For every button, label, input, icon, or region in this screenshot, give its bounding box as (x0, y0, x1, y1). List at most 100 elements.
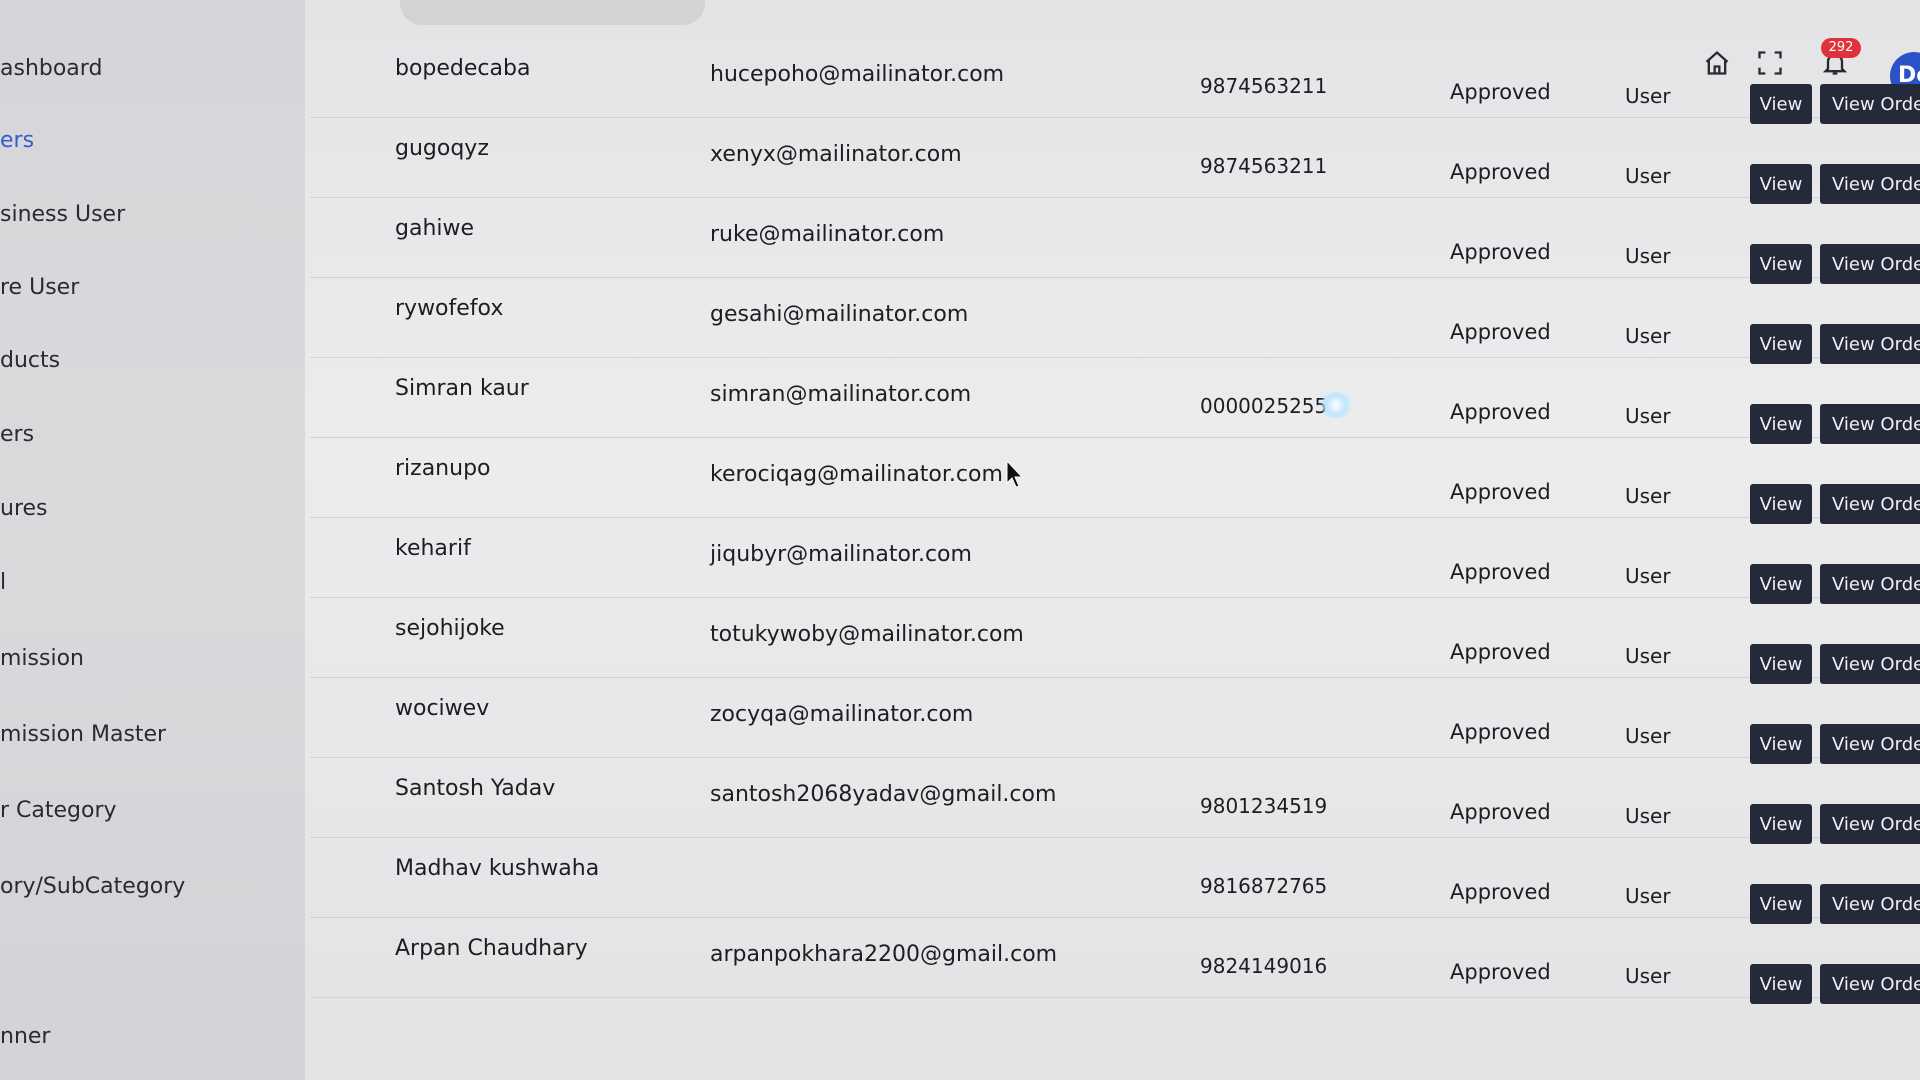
view-order-button[interactable]: View Order (1820, 84, 1920, 124)
role-cell: User (1625, 564, 1671, 588)
screen-glare (1318, 392, 1354, 418)
view-order-button[interactable]: View Order (1820, 324, 1920, 364)
sidebar: ashboard ers siness User re User ducts e… (0, 0, 305, 1080)
table-row: gugoqyz xenyx@mailinator.com 9874563211 App… (310, 120, 1920, 204)
email-cell: gesahi@mailinator.com (710, 302, 969, 327)
view-button[interactable]: View (1750, 964, 1812, 1004)
user-name-cell: wociwev (395, 696, 490, 721)
view-order-button[interactable]: View Order (1820, 884, 1920, 924)
sidebar-item-features[interactable]: ures (0, 496, 48, 521)
view-button[interactable]: View (1750, 324, 1812, 364)
sidebar-item-users[interactable]: ers (0, 128, 34, 153)
role-cell: User (1625, 244, 1671, 268)
status-cell: Approved (1450, 800, 1551, 824)
role-cell: User (1625, 964, 1671, 988)
user-name-cell: gugoqyz (395, 136, 489, 161)
view-button[interactable]: View (1750, 564, 1812, 604)
view-order-button[interactable]: View Order (1820, 804, 1920, 844)
status-cell: Approved (1450, 960, 1551, 984)
view-button[interactable]: View (1750, 84, 1812, 124)
mouse-cursor-icon (1006, 460, 1024, 488)
user-name-cell: rizanupo (395, 456, 491, 481)
email-cell: xenyx@mailinator.com (710, 142, 962, 167)
role-cell: User (1625, 404, 1671, 428)
top-tab (400, 0, 705, 25)
status-cell: Approved (1450, 480, 1551, 504)
sidebar-item-store-user[interactable]: re User (0, 275, 79, 300)
phone-cell: 9801234519 (1200, 794, 1328, 818)
role-cell: User (1625, 484, 1671, 508)
view-order-button[interactable]: View Order (1820, 564, 1920, 604)
role-cell: User (1625, 644, 1671, 668)
sidebar-item-commission[interactable]: mission (0, 646, 84, 671)
user-name-cell: Arpan Chaudhary (395, 936, 588, 961)
status-cell: Approved (1450, 160, 1551, 184)
role-cell: User (1625, 84, 1671, 108)
user-name-cell: keharif (395, 536, 471, 561)
view-order-button[interactable]: View Order (1820, 644, 1920, 684)
view-order-button[interactable]: View Order (1820, 404, 1920, 444)
email-cell: totukywoby@mailinator.com (710, 622, 1024, 647)
email-cell: arpanpokhara2200@gmail.com (710, 942, 1058, 967)
view-button[interactable]: View (1750, 404, 1812, 444)
sidebar-item-business-user[interactable]: siness User (0, 202, 125, 227)
user-name-cell: gahiwe (395, 216, 475, 241)
view-order-button[interactable]: View Order (1820, 164, 1920, 204)
email-cell: hucepoho@mailinator.com (710, 62, 1005, 87)
user-name-cell: Simran kaur (395, 376, 529, 401)
status-cell: Approved (1450, 640, 1551, 664)
status-cell: Approved (1450, 560, 1551, 584)
table-row: Simran kaur simran@mailinator.com 00000252… (310, 360, 1920, 444)
sidebar-item-commission-master[interactable]: mission Master (0, 722, 166, 747)
view-button[interactable]: View (1750, 484, 1812, 524)
status-cell: Approved (1450, 720, 1551, 744)
role-cell: User (1625, 804, 1671, 828)
table-row: rywofefox gesahi@mailinator.com Approved Us… (310, 280, 1920, 364)
view-order-button[interactable]: View Order (1820, 244, 1920, 284)
status-cell: Approved (1450, 80, 1551, 104)
sidebar-item-dashboard[interactable]: ashboard (0, 56, 102, 81)
screen: ashboard ers siness User re User ducts e… (0, 0, 1920, 1080)
sidebar-item-subcategory[interactable]: ory/SubCategory (0, 874, 185, 899)
role-cell: User (1625, 724, 1671, 748)
table-row: keharif jiqubyr@mailinator.com Approved Use… (310, 520, 1920, 604)
sidebar-item-banner[interactable]: nner (0, 1024, 50, 1049)
view-order-button[interactable]: View Order (1820, 724, 1920, 764)
table-row: rizanupo kerociqag@mailinator.com Approved… (310, 440, 1920, 524)
role-cell: User (1625, 164, 1671, 188)
email-cell: ruke@mailinator.com (710, 222, 945, 247)
table-row: Santosh Yadav santosh2068yadav@gmail.com 9… (310, 760, 1920, 844)
status-cell: Approved (1450, 240, 1551, 264)
view-order-button[interactable]: View Order (1820, 484, 1920, 524)
view-button[interactable]: View (1750, 884, 1812, 924)
view-button[interactable]: View (1750, 644, 1812, 684)
status-cell: Approved (1450, 880, 1551, 904)
table-row: sejohijoke totukywoby@mailinator.com Appro… (310, 600, 1920, 684)
user-name-cell: rywofefox (395, 296, 504, 321)
status-cell: Approved (1450, 320, 1551, 344)
view-button[interactable]: View (1750, 244, 1812, 284)
view-button[interactable]: View (1750, 724, 1812, 764)
users-table: bopedecaba hucepoho@mailinator.com 9874563… (310, 40, 1920, 1080)
view-order-button[interactable]: View Order (1820, 964, 1920, 1004)
role-cell: User (1625, 324, 1671, 348)
email-cell: kerociqag@mailinator.com (710, 462, 1003, 487)
sidebar-item-products[interactable]: ducts (0, 348, 60, 373)
user-name-cell: bopedecaba (395, 56, 531, 81)
table-row: Arpan Chaudhary arpanpokhara2200@gmail.co… (310, 920, 1920, 1004)
sidebar-item-category[interactable]: r Category (0, 798, 117, 823)
table-row: gahiwe ruke@mailinator.com Approved User Vie… (310, 200, 1920, 284)
email-cell: jiqubyr@mailinator.com (710, 542, 972, 567)
phone-cell: 9874563211 (1200, 74, 1328, 98)
table-row: wociwev zocyqa@mailinator.com Approved User… (310, 680, 1920, 764)
email-cell: santosh2068yadav@gmail.com (710, 782, 1057, 807)
phone-cell: 9874563211 (1200, 154, 1328, 178)
view-button[interactable]: View (1750, 804, 1812, 844)
sidebar-item-orders[interactable]: ers (0, 422, 34, 447)
email-cell: simran@mailinator.com (710, 382, 972, 407)
sidebar-item-unknown[interactable]: l (0, 570, 6, 595)
table-row: Madhav kushwaha 9816872765 Approved User Vie… (310, 840, 1920, 924)
role-cell: User (1625, 884, 1671, 908)
user-name-cell: sejohijoke (395, 616, 505, 641)
view-button[interactable]: View (1750, 164, 1812, 204)
